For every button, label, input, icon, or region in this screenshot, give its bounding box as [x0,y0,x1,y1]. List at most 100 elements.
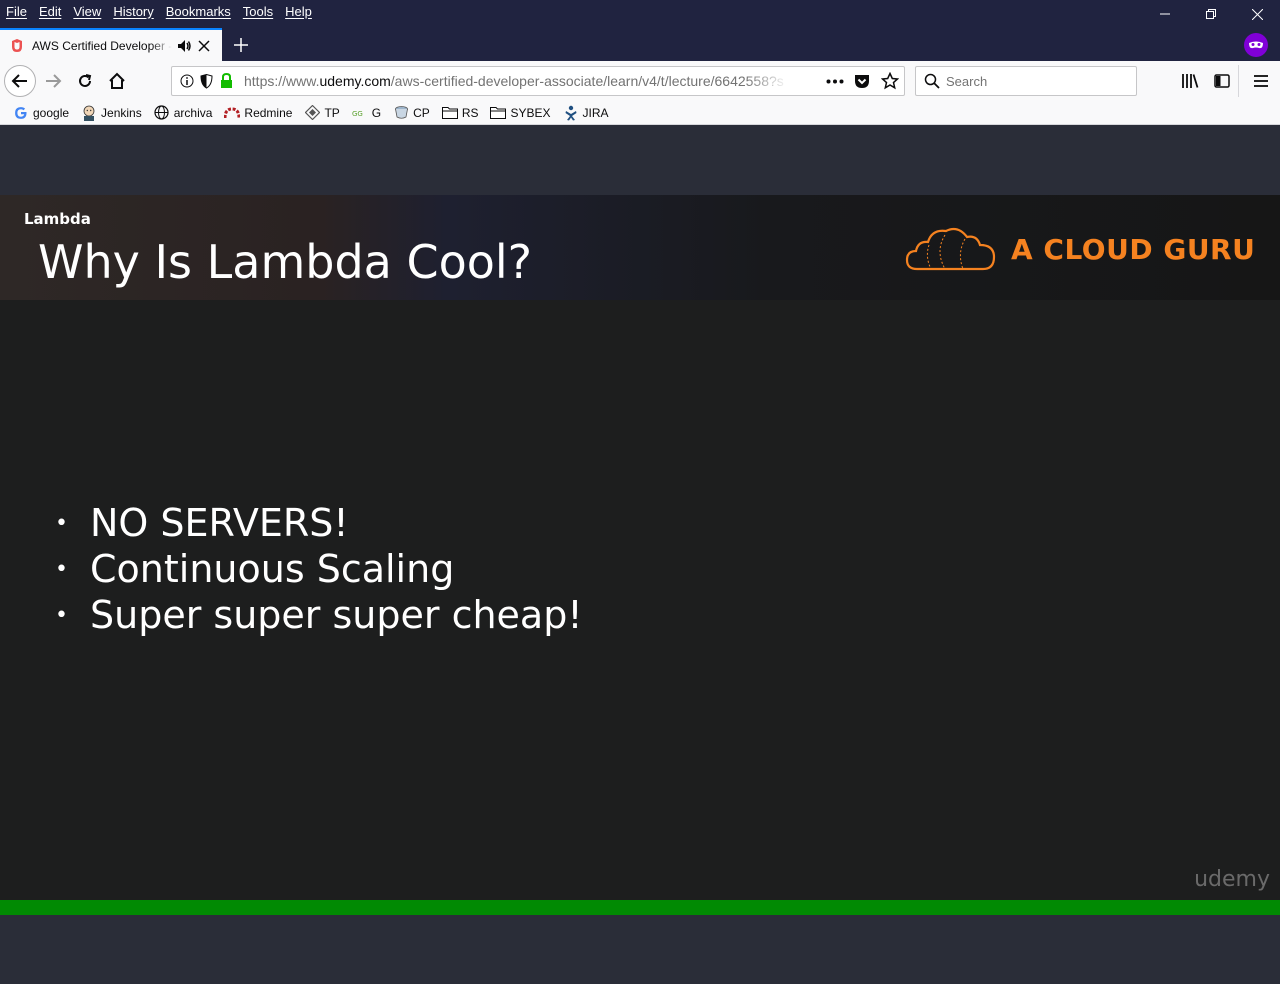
speaker-icon[interactable] [176,38,192,54]
menu-history[interactable]: History [113,4,153,19]
bookmark-label: CP [413,105,430,120]
title-bar: File Edit View History Bookmarks Tools H… [0,0,1280,61]
bookmark-label: G [371,105,382,120]
brand-name: A CLOUD GURU [1011,232,1256,266]
bookmark-label: google [33,105,70,120]
redmine-icon [224,105,241,121]
home-button[interactable] [101,65,133,97]
menu-bar: File Edit View History Bookmarks Tools H… [0,0,324,22]
jenkins-icon [81,105,97,121]
tab-udemy[interactable]: AWS Certified Developer - Associate [0,28,222,61]
lecture-slide: Lambda Why Is Lambda Cool? A CLOUD GURU … [0,195,1280,900]
slide-section-label: Lambda [24,210,91,228]
bookmark-tp[interactable]: TP [304,105,340,121]
bullet-dot-icon: • [55,556,68,582]
reload-icon [79,74,92,87]
bookmark-star-icon[interactable] [881,72,899,90]
search-bar[interactable]: Search [915,66,1137,96]
menu-tools[interactable]: Tools [243,4,273,19]
home-icon [109,72,125,89]
forward-button[interactable] [37,65,69,97]
bookmark-label: TP [324,105,340,120]
bookmark-label: JIRA [582,105,609,120]
hamburger-menu-icon [1254,75,1268,87]
bookmark-label: RS [461,105,479,120]
url-path: /aws-certified-developer-associate/learn… [390,73,784,89]
slide-title: Why Is Lambda Cool? [38,235,533,289]
bookmark-label: SYBEX [510,105,551,120]
bullet-text: Super super super cheap! [90,593,583,637]
close-window-button[interactable] [1234,0,1280,28]
bookmark-jenkins[interactable]: Jenkins [81,105,142,121]
plus-icon [234,38,248,52]
navigation-toolbar: https://www.udemy.com/aws-certified-deve… [0,61,1280,101]
lock-icon[interactable] [220,73,233,89]
bookmark-label: Redmine [244,105,293,120]
bullet-item: • Continuous Scaling [55,546,583,592]
window-controls [1142,0,1280,28]
google-icon [13,105,29,121]
g-icon: GG [352,105,368,121]
url-text[interactable]: https://www.udemy.com/aws-certified-deve… [244,73,789,89]
sidebar-icon [1214,74,1230,88]
restore-button[interactable] [1188,0,1234,28]
bookmark-sybex[interactable]: SYBEX [490,105,551,121]
video-progress-bar[interactable] [0,900,1280,915]
private-browsing-icon [1244,33,1268,57]
folder-icon [490,105,507,121]
toolbar-divider [1238,65,1239,97]
library-icon [1182,74,1199,88]
info-icon[interactable] [180,74,194,88]
minimize-button[interactable] [1142,0,1188,28]
progress-fill [0,900,1280,915]
globe-icon [154,105,170,121]
tab-title: AWS Certified Developer - Associate [32,38,172,53]
bookmark-jira[interactable]: JIRA [563,105,609,121]
bullet-list: • NO SERVERS! • Continuous Scaling • Super … [55,500,583,638]
sidebar-button[interactable] [1206,65,1238,97]
bullet-text: NO SERVERS! [90,501,349,545]
bookmark-google[interactable]: google [13,105,69,121]
menu-help[interactable]: Help [285,4,312,19]
bullet-dot-icon: • [55,510,68,536]
slide-header: Lambda Why Is Lambda Cool? A CLOUD GURU [0,195,1280,300]
jira-icon [563,105,579,121]
forward-arrow-icon [46,74,62,88]
bookmark-cp[interactable]: CP [393,105,430,121]
tracking-shield-icon[interactable] [200,74,213,89]
bullet-item: • NO SERVERS! [55,500,583,546]
menu-file[interactable]: File [6,4,27,19]
bookmark-archiva[interactable]: archiva [154,105,212,121]
address-bar[interactable]: https://www.udemy.com/aws-certified-deve… [171,66,905,96]
menu-edit[interactable]: Edit [39,4,61,19]
svg-text:GG: GG [352,110,363,118]
back-arrow-icon [11,74,27,88]
bookmark-rs[interactable]: RS [441,105,479,121]
menu-bookmarks[interactable]: Bookmarks [166,4,231,19]
minimize-icon [1160,13,1170,15]
bullet-dot-icon: • [55,602,68,628]
a-cloud-guru-logo: A CLOUD GURU [905,223,1255,275]
menu-view[interactable]: View [73,4,101,19]
tp-icon [304,105,320,121]
video-player[interactable]: Lambda Why Is Lambda Cool? A CLOUD GURU … [0,125,1280,984]
library-button[interactable] [1174,65,1206,97]
new-tab-button[interactable] [229,33,253,57]
bookmark-redmine[interactable]: Redmine [224,105,292,121]
udemy-watermark: udemy [1194,867,1270,892]
udemy-favicon-icon [12,38,22,52]
cp-icon [393,105,409,121]
url-prefix: https://www. [244,73,320,89]
back-button[interactable] [4,65,36,97]
open-menu-button[interactable] [1245,65,1277,97]
bullet-text: Continuous Scaling [90,547,455,591]
page-actions-icon[interactable] [826,79,844,84]
close-icon [1251,8,1263,20]
bookmarks-toolbar: google Jenkins archiva Redmine TP GG G C… [0,101,1280,125]
bookmark-g[interactable]: GG G [352,105,381,121]
pocket-icon[interactable] [854,73,870,89]
tab-close-icon[interactable] [196,38,212,54]
url-host: udemy.com [319,73,391,89]
search-input[interactable]: Search [946,74,987,89]
reload-button[interactable] [69,65,101,97]
